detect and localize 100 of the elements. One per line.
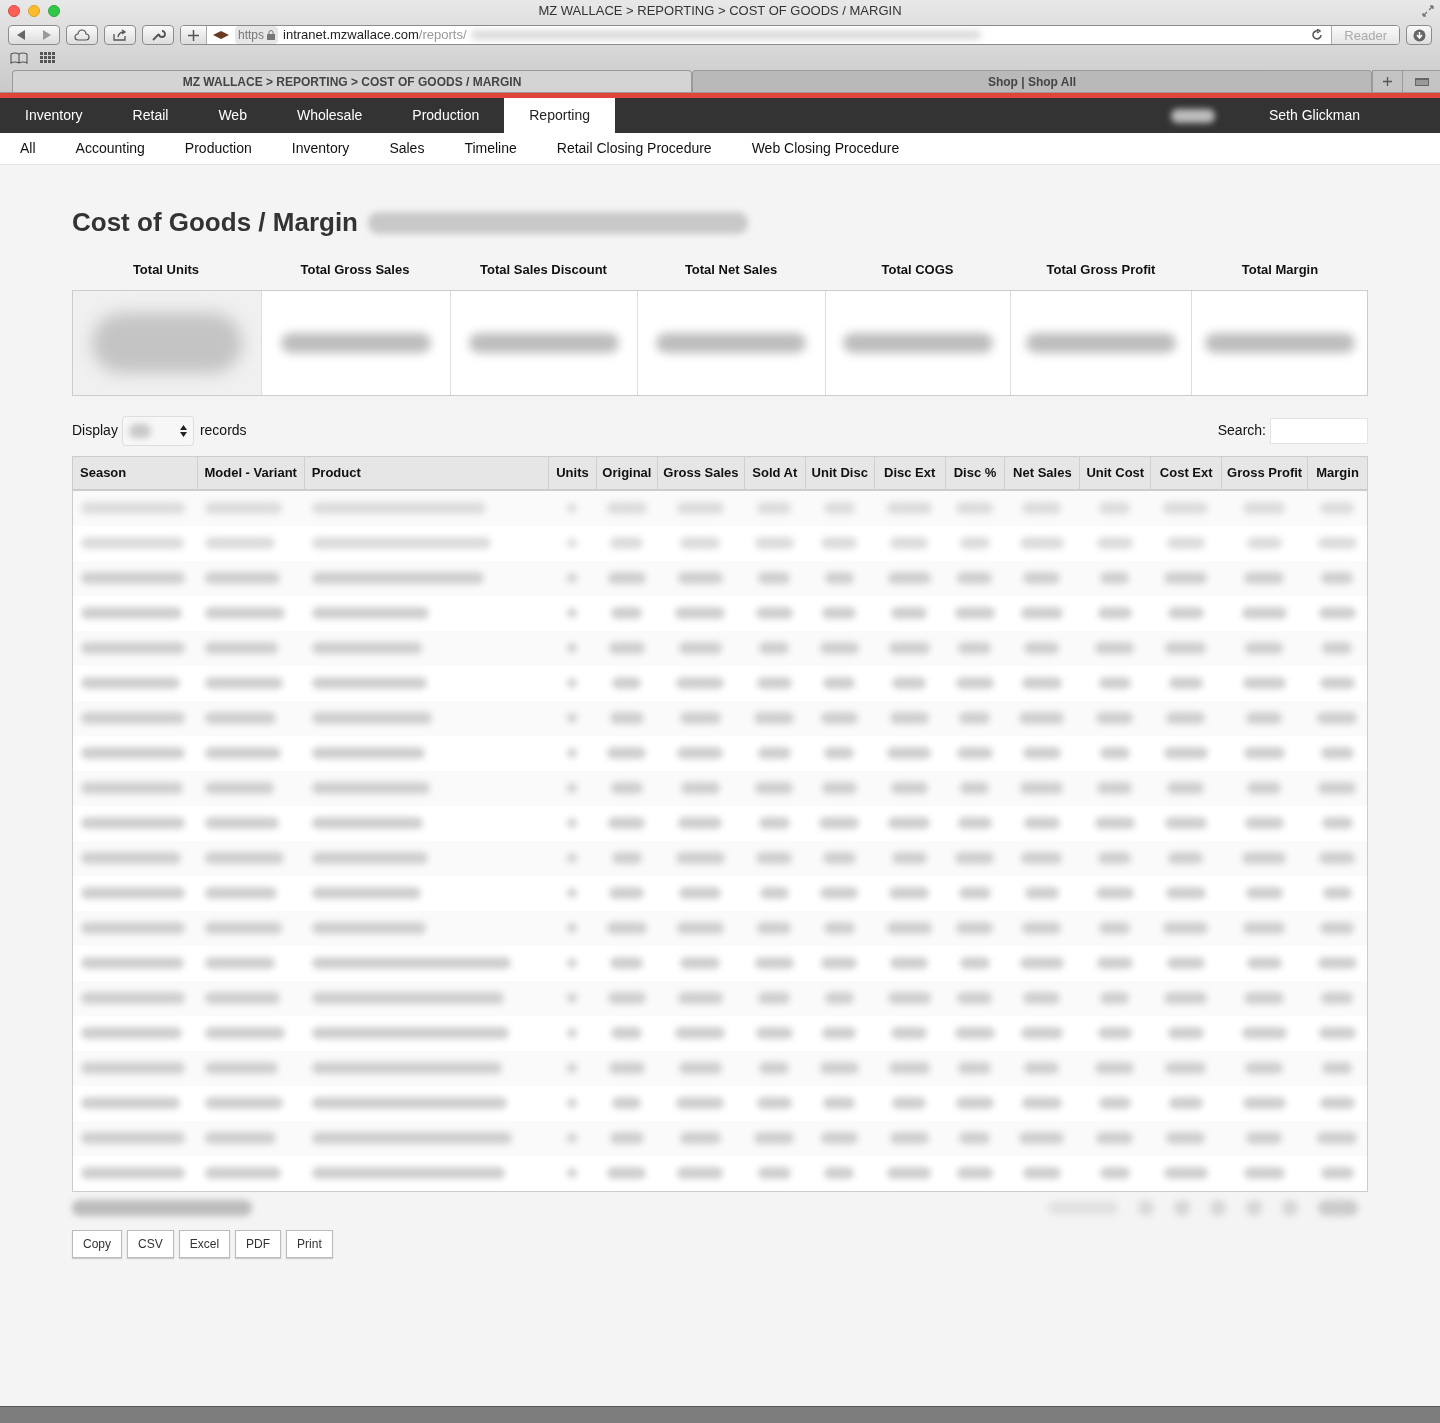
redacted-text bbox=[1244, 817, 1284, 829]
redacted-text bbox=[1019, 1132, 1065, 1144]
redacted-text bbox=[889, 712, 929, 724]
subnav-link[interactable]: Timeline bbox=[464, 138, 517, 159]
redacted-text bbox=[757, 922, 792, 934]
browser-tab[interactable]: Shop | Shop All bbox=[692, 70, 1372, 92]
redacted-text bbox=[1247, 782, 1282, 794]
subnav-link[interactable]: All bbox=[20, 138, 36, 159]
export-button[interactable]: Copy bbox=[72, 1229, 122, 1258]
redacted-text bbox=[888, 817, 931, 829]
redacted-text bbox=[757, 747, 791, 759]
redacted-text bbox=[1318, 1199, 1358, 1216]
redacted-text bbox=[1318, 1027, 1356, 1039]
redacted-text bbox=[608, 1062, 645, 1074]
redacted-text bbox=[957, 572, 993, 584]
redacted-text bbox=[1098, 852, 1132, 864]
redacted-text bbox=[824, 1167, 855, 1179]
export-button[interactable]: Excel bbox=[178, 1229, 231, 1258]
redacted-text bbox=[678, 1062, 722, 1074]
redacted-text bbox=[1099, 502, 1131, 514]
nav-tab[interactable]: Inventory bbox=[0, 98, 108, 133]
subnav-link[interactable]: Sales bbox=[389, 138, 425, 159]
column-header[interactable]: Unit Cost bbox=[1079, 456, 1151, 489]
search-field[interactable] bbox=[1270, 417, 1368, 444]
column-header[interactable]: Disc % bbox=[944, 456, 1005, 489]
close-window-icon[interactable] bbox=[8, 5, 20, 17]
redacted-text bbox=[1242, 677, 1286, 689]
redacted-text bbox=[823, 1097, 856, 1109]
redacted-text bbox=[757, 502, 792, 514]
export-button[interactable]: CSV bbox=[127, 1229, 174, 1258]
toolbar-button[interactable] bbox=[142, 25, 174, 45]
redacted-text bbox=[892, 1097, 927, 1109]
column-header[interactable]: Units bbox=[548, 456, 596, 489]
grid-icon[interactable] bbox=[40, 52, 56, 64]
user-name[interactable]: Seth Glickman bbox=[1268, 105, 1360, 126]
subnav-link[interactable]: Web Closing Procedure bbox=[751, 138, 900, 159]
new-tab-button[interactable] bbox=[1372, 70, 1402, 92]
redacted-text bbox=[1166, 537, 1205, 549]
back-icon[interactable] bbox=[17, 30, 26, 40]
redacted-text bbox=[677, 572, 723, 584]
subnav-link[interactable]: Accounting bbox=[75, 138, 145, 159]
forward-icon[interactable] bbox=[42, 30, 51, 40]
redacted-text bbox=[755, 782, 794, 794]
redacted-text bbox=[1022, 677, 1062, 689]
column-header[interactable]: Margin bbox=[1307, 456, 1367, 489]
redacted-text bbox=[1321, 572, 1354, 584]
subnav-link[interactable]: Inventory bbox=[291, 138, 350, 159]
redacted-text bbox=[607, 992, 646, 1004]
subnav-link[interactable]: Retail Closing Procedure bbox=[556, 138, 712, 159]
redacted-text bbox=[1022, 1097, 1062, 1109]
redacted-text bbox=[1242, 1097, 1286, 1109]
column-header[interactable]: Net Sales bbox=[1004, 456, 1080, 489]
column-header[interactable]: Sold At bbox=[743, 456, 805, 489]
address-host[interactable]: intranet.mzwallace.com bbox=[283, 26, 419, 44]
nav-tab[interactable]: Reporting bbox=[504, 98, 615, 133]
zoom-window-icon[interactable] bbox=[48, 5, 60, 17]
downloads-button[interactable] bbox=[1406, 25, 1432, 45]
add-bookmark-button[interactable] bbox=[181, 26, 207, 44]
column-header[interactable]: Product bbox=[303, 456, 548, 489]
column-header[interactable]: Cost Ext bbox=[1150, 456, 1222, 489]
redacted-text bbox=[1094, 817, 1135, 829]
redacted-text bbox=[1097, 607, 1132, 619]
redacted-text bbox=[1023, 747, 1061, 759]
export-button[interactable]: PDF bbox=[235, 1229, 282, 1258]
toolbar-button[interactable] bbox=[104, 25, 136, 45]
nav-tab[interactable]: Web bbox=[193, 98, 272, 133]
redacted-text bbox=[1244, 572, 1285, 584]
column-header[interactable]: Season bbox=[73, 456, 197, 489]
redacted-text bbox=[1165, 887, 1206, 899]
redacted-text bbox=[567, 748, 578, 758]
redacted-text bbox=[1282, 1199, 1298, 1216]
nav-tab[interactable]: Retail bbox=[107, 98, 194, 133]
redacted-text bbox=[759, 642, 790, 654]
redacted-text bbox=[606, 502, 647, 514]
column-header[interactable]: Model - Variant bbox=[196, 456, 304, 489]
download-icon bbox=[1412, 28, 1426, 42]
redacted-text bbox=[1024, 1062, 1060, 1074]
book-icon[interactable] bbox=[10, 52, 28, 64]
browser-tab[interactable]: MZ WALLACE > REPORTING > COST OF GOODS / MARGIN bbox=[12, 70, 692, 92]
tab-overview-button[interactable] bbox=[1402, 70, 1440, 92]
nav-tab[interactable]: Production bbox=[387, 98, 505, 133]
column-header[interactable]: Gross Sales bbox=[656, 456, 744, 489]
back-forward-button[interactable] bbox=[8, 25, 60, 45]
column-header[interactable]: Unit Disc bbox=[804, 456, 874, 489]
column-header[interactable]: Original bbox=[595, 456, 657, 489]
redacted-text bbox=[1099, 747, 1130, 759]
reload-icon[interactable] bbox=[1311, 29, 1324, 41]
redacted-text bbox=[1166, 1132, 1206, 1144]
column-header[interactable]: Gross Profit bbox=[1221, 456, 1308, 489]
redacted-text bbox=[756, 1097, 792, 1109]
fullscreen-icon[interactable] bbox=[1422, 5, 1434, 17]
toolbar-button[interactable] bbox=[66, 25, 98, 45]
subnav-link[interactable]: Production bbox=[184, 138, 252, 159]
redacted-text bbox=[610, 782, 643, 794]
redacted-text bbox=[1319, 852, 1356, 864]
column-header[interactable]: Disc Ext bbox=[873, 456, 945, 489]
redacted-text bbox=[1245, 1062, 1284, 1074]
redacted-text bbox=[1246, 712, 1283, 724]
export-button[interactable]: Print bbox=[286, 1229, 333, 1258]
nav-tab[interactable]: Wholesale bbox=[271, 98, 388, 133]
